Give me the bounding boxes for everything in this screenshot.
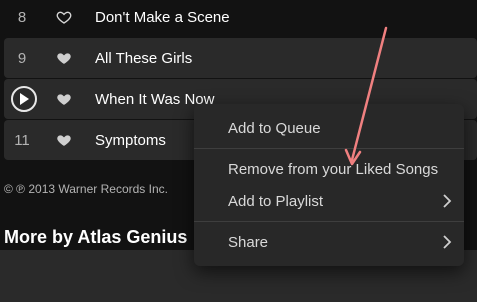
track-number: 11 — [14, 131, 30, 149]
track-title[interactable]: Symptoms — [95, 132, 166, 149]
heart-filled-icon[interactable] — [56, 50, 72, 66]
chevron-right-icon — [443, 194, 452, 208]
heart-filled-icon[interactable] — [56, 91, 72, 107]
copyright-text: © ℗ 2013 Warner Records Inc. — [4, 182, 168, 196]
track-title[interactable]: All These Girls — [95, 50, 192, 67]
heart-outline-icon[interactable] — [56, 9, 72, 25]
menu-item-remove-liked[interactable]: Remove from your Liked Songs — [194, 153, 464, 185]
menu-divider — [194, 221, 464, 222]
menu-item-label: Share — [228, 233, 269, 251]
menu-item-label: Add to Playlist — [228, 192, 324, 210]
track-title[interactable]: Don't Make a Scene — [95, 9, 230, 26]
menu-divider — [194, 148, 464, 149]
track-number: 8 — [17, 8, 27, 26]
context-menu: Add to Queue Remove from your Liked Song… — [194, 104, 464, 266]
more-by-heading[interactable]: More by Atlas Genius — [4, 227, 187, 248]
play-button[interactable] — [11, 86, 37, 112]
track-row-8[interactable]: 8 Don't Make a Scene — [4, 0, 477, 37]
chevron-right-icon — [443, 235, 452, 249]
menu-item-add-to-queue[interactable]: Add to Queue — [194, 112, 464, 144]
menu-item-label: Remove from your Liked Songs — [228, 160, 439, 178]
menu-item-label: Add to Queue — [228, 119, 321, 137]
track-row-9[interactable]: 9 All These Girls — [4, 38, 477, 78]
track-number: 9 — [17, 49, 27, 67]
play-icon — [20, 93, 29, 105]
menu-item-add-to-playlist[interactable]: Add to Playlist — [194, 185, 464, 217]
heart-filled-icon[interactable] — [56, 132, 72, 148]
menu-item-share[interactable]: Share — [194, 226, 464, 258]
